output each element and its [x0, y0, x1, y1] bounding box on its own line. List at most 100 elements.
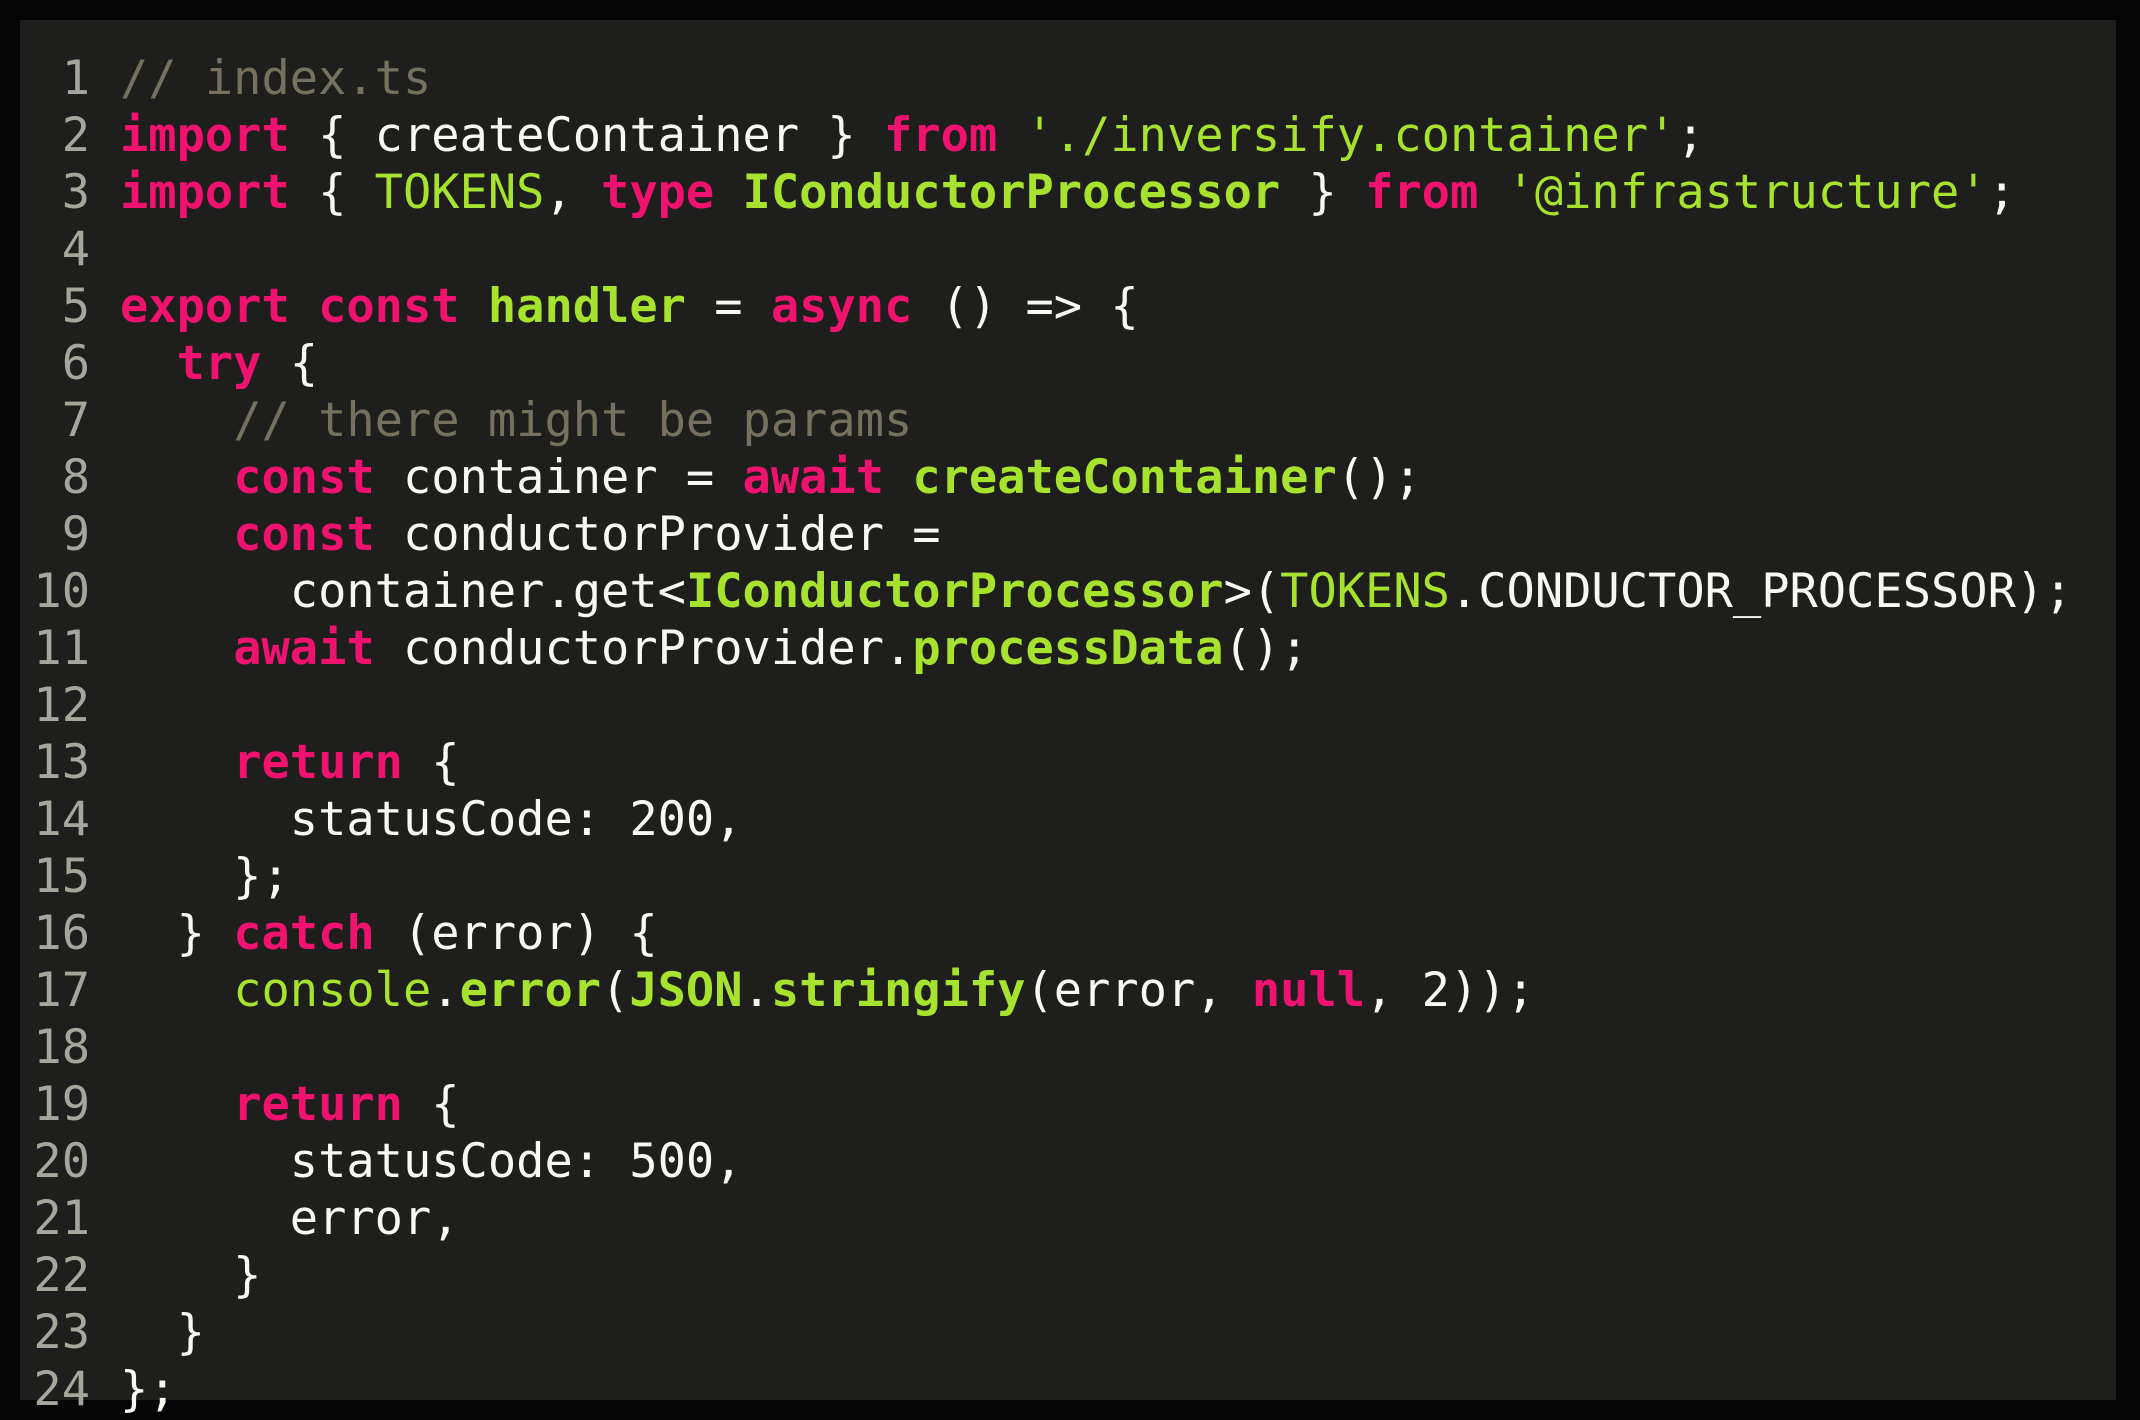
- code-token: from: [884, 108, 998, 163]
- code-line[interactable]: 4: [20, 221, 2116, 278]
- line-code: console.error(JSON.stringify(error, null…: [120, 962, 1535, 1019]
- line-number: 12: [33, 678, 90, 733]
- code-token: .CONDUCTOR_PROCESSOR);: [1449, 564, 2073, 619]
- code-line[interactable]: 3 import { TOKENS, type IConductorProcess…: [20, 164, 2116, 221]
- line-number: 15: [33, 849, 90, 904]
- line-number: 4: [61, 222, 90, 277]
- line-number: 6: [61, 336, 90, 391]
- code-token: {: [402, 735, 460, 790]
- code-token: const: [233, 450, 375, 505]
- code-token: }: [120, 1248, 262, 1303]
- line-code: statusCode: 500,: [120, 1133, 743, 1190]
- code-line[interactable]: 14 statusCode: 200,: [20, 791, 2116, 848]
- line-number: 9: [61, 507, 90, 562]
- line-code: const container = await createContainer(…: [120, 449, 1422, 506]
- code-line[interactable]: 8 const container = await createContaine…: [20, 449, 2116, 506]
- code-token: './inversify.container': [1025, 108, 1677, 163]
- code-line[interactable]: 6 try {: [20, 335, 2116, 392]
- code-line[interactable]: 19 return {: [20, 1076, 2116, 1133]
- code-line[interactable]: 2 import { createContainer } from './inve…: [20, 107, 2116, 164]
- line-code: const conductorProvider =: [120, 506, 941, 563]
- code-token: statusCode: 500,: [120, 1134, 743, 1189]
- line-number: 22: [33, 1248, 90, 1303]
- code-token: return: [233, 735, 403, 790]
- code-token: try: [176, 336, 262, 391]
- line-code: }: [120, 1304, 205, 1361]
- code-editor[interactable]: 1 // index.ts 2 import { createContainer } …: [20, 20, 2116, 1417]
- code-line[interactable]: 24};: [20, 1361, 2116, 1418]
- code-line[interactable]: 17 console.error(JSON.stringify(error, n…: [20, 962, 2116, 1019]
- code-token: const: [233, 507, 375, 562]
- line-number: 24: [33, 1362, 90, 1417]
- line-number: 17: [33, 963, 90, 1018]
- line-number: 5: [61, 279, 90, 334]
- code-token: return: [233, 1077, 403, 1132]
- code-token: // there might be params: [233, 393, 913, 448]
- code-line[interactable]: 18: [20, 1019, 2116, 1076]
- code-token: null: [1251, 963, 1366, 1018]
- code-token: =: [685, 279, 771, 334]
- line-number: 11: [33, 621, 90, 676]
- line-code: };: [120, 848, 290, 905]
- code-line[interactable]: 1 // index.ts: [20, 50, 2116, 107]
- code-token: ();: [1336, 450, 1422, 505]
- code-token: handler: [487, 279, 686, 334]
- code-token: .: [431, 963, 460, 1018]
- code-token: IConductorProcessor: [685, 564, 1224, 619]
- code-line[interactable]: 11 await conductorProvider.processData()…: [20, 620, 2116, 677]
- code-token: {: [289, 165, 375, 220]
- code-token: ();: [1223, 621, 1309, 676]
- code-token: const: [318, 279, 460, 334]
- line-code: import { TOKENS, type IConductorProcesso…: [120, 164, 2016, 221]
- code-token: (error,: [1025, 963, 1252, 1018]
- code-line[interactable]: 10 container.get<IConductorProcessor>(TO…: [20, 563, 2116, 620]
- code-token: >(: [1223, 564, 1281, 619]
- code-line[interactable]: 7 // there might be params: [20, 392, 2116, 449]
- code-line[interactable]: 22 }: [20, 1247, 2116, 1304]
- code-line[interactable]: 9 const conductorProvider =: [20, 506, 2116, 563]
- line-number: 20: [33, 1134, 90, 1189]
- code-line[interactable]: 21 error,: [20, 1190, 2116, 1247]
- line-code: return {: [120, 734, 460, 791]
- line-code: // there might be params: [120, 392, 912, 449]
- code-token: from: [1365, 165, 1479, 220]
- code-token: }: [120, 1305, 205, 1360]
- code-token: container =: [374, 450, 743, 505]
- code-token: type: [601, 165, 715, 220]
- code-line[interactable]: 5 export const handler = async () => {: [20, 278, 2116, 335]
- code-line[interactable]: 12: [20, 677, 2116, 734]
- line-number: 1: [61, 51, 90, 106]
- code-line[interactable]: 20 statusCode: 500,: [20, 1133, 2116, 1190]
- code-line[interactable]: 13 return {: [20, 734, 2116, 791]
- code-token: import: [120, 165, 290, 220]
- code-line[interactable]: 23 }: [20, 1304, 2116, 1361]
- code-token: };: [120, 849, 290, 904]
- code-token: }: [120, 906, 234, 961]
- code-token: export: [120, 279, 290, 334]
- line-number: 7: [61, 393, 90, 448]
- code-token: await: [742, 450, 885, 505]
- code-token: () => {: [912, 279, 1139, 334]
- code-token: container.get<: [120, 564, 686, 619]
- line-code: export const handler = async () => {: [120, 278, 1139, 335]
- code-line[interactable]: 16 } catch (error) {: [20, 905, 2116, 962]
- code-token: .: [742, 963, 771, 1018]
- line-number: 3: [61, 165, 90, 220]
- line-number: 10: [33, 564, 90, 619]
- code-token: conductorProvider =: [374, 507, 941, 562]
- code-token: IConductorProcessor: [742, 165, 1281, 220]
- code-token: (error) {: [374, 906, 658, 961]
- code-token: {: [402, 1077, 460, 1132]
- code-line[interactable]: 15 };: [20, 848, 2116, 905]
- code-token: conductorProvider.: [374, 621, 913, 676]
- code-token: , 2));: [1365, 963, 1535, 1018]
- line-number: 2: [61, 108, 90, 163]
